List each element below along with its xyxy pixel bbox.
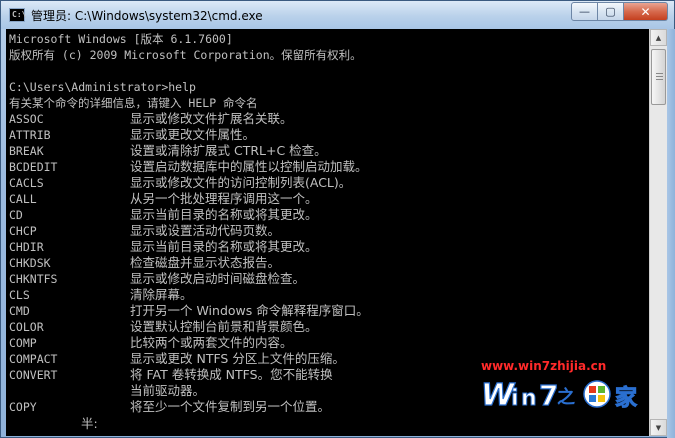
command-description: 检查磁盘并显示状态报告。 — [130, 255, 281, 270]
command-name: ATTRIB — [9, 128, 51, 142]
command-description: 设置或清除扩展式 CTRL+C 检查。 — [130, 143, 327, 158]
command-description: 当前驱动器。 — [130, 383, 206, 398]
window-frame — [667, 29, 675, 438]
command-name: CACLS — [9, 176, 44, 190]
command-description: 打开另一个 Windows 命令解释程序窗口。 — [130, 303, 369, 318]
svg-text:之: 之 — [557, 386, 575, 408]
win7-logo-icon: W i n 7 之 家 — [480, 377, 638, 411]
command-description: 将 FAT 卷转换成 NTFS。您不能转换 — [130, 367, 333, 382]
svg-text:7: 7 — [539, 379, 558, 411]
command-description: 显示或修改文件的访问控制列表(ACL)。 — [130, 175, 352, 190]
command-name: COLOR — [9, 320, 44, 334]
command-name: CHKNTFS — [9, 272, 58, 286]
command-description: 设置启动数据库中的属性以控制启动加载。 — [130, 159, 368, 174]
command-description: 显示当前目录的名称或将其更改。 — [130, 207, 318, 222]
console-prompt: C:\Users\Administrator>help — [9, 80, 196, 94]
title-bar[interactable]: C:\ 管理员: C:\Windows\system32\cmd.exe — ▢… — [1, 1, 674, 29]
console-line: Microsoft Windows [版本 6.1.7600] — [9, 32, 233, 46]
cmd-window: C:\ 管理员: C:\Windows\system32\cmd.exe — ▢… — [0, 0, 675, 438]
cmd-icon[interactable]: C:\ — [9, 8, 26, 22]
command-name: CHKDSK — [9, 256, 51, 270]
command-description: 设置默认控制台前景和背景颜色。 — [130, 319, 318, 334]
close-button[interactable]: ✕ — [624, 2, 668, 21]
watermark-url: www.win7zhijia.cn — [481, 359, 607, 373]
command-description: 比较两个或两套文件的内容。 — [130, 335, 293, 350]
console-line: 有关某个命令的详细信息，请键入 HELP 命令名 — [9, 96, 258, 110]
grip-line — [656, 79, 663, 80]
command-description: 显示或修改启动时间磁盘检查。 — [130, 271, 306, 286]
minimize-button[interactable]: — — [571, 2, 598, 21]
command-name: CD — [9, 208, 23, 222]
maximize-button[interactable]: ▢ — [598, 2, 624, 21]
svg-text:i: i — [511, 386, 519, 411]
console-line: 版权所有 (c) 2009 Microsoft Corporation。保留所有… — [9, 48, 362, 62]
scroll-up-icon[interactable]: ▲ — [650, 29, 667, 46]
command-description: 显示当前目录的名称或将其更改。 — [130, 239, 318, 254]
command-description: 从另一个批处理程序调用这一个。 — [130, 191, 318, 206]
command-name: CMD — [9, 304, 30, 318]
command-description: 显示或设置活动代码页数。 — [130, 223, 281, 238]
vertical-scrollbar[interactable]: ▲ ▼ — [649, 29, 667, 436]
command-name: BCDEDIT — [9, 160, 58, 174]
svg-text:n: n — [521, 386, 537, 411]
command-name: CALL — [9, 192, 37, 206]
command-name: CHDIR — [9, 240, 44, 254]
command-description: 显示或修改文件扩展名关联。 — [130, 111, 293, 126]
svg-text:家: 家 — [615, 385, 638, 411]
grip-line — [656, 73, 663, 74]
command-name: ASSOC — [9, 112, 44, 126]
command-description: 将至少一个文件复制到另一个位置。 — [130, 399, 331, 414]
command-name: CONVERT — [9, 368, 58, 382]
command-name: CHCP — [9, 224, 37, 238]
site-watermark: www.win7zhijia.cn W i n 7 之 家 — [471, 355, 651, 413]
command-name: BREAK — [9, 144, 44, 158]
command-name: COPY — [9, 400, 37, 414]
command-name: COMP — [9, 336, 37, 350]
ime-status: 半: — [81, 416, 98, 431]
window-controls: — ▢ ✕ — [571, 2, 668, 21]
grip-line — [656, 76, 663, 77]
command-name: COMPACT — [9, 352, 58, 366]
scroll-thumb[interactable] — [651, 49, 666, 105]
command-description: 显示或更改 NTFS 分区上文件的压缩。 — [130, 351, 345, 366]
window-title: 管理员: C:\Windows\system32\cmd.exe — [31, 9, 263, 23]
command-description: 显示或更改文件属性。 — [130, 127, 256, 142]
command-description: 清除屏幕。 — [130, 287, 193, 302]
scroll-down-icon[interactable]: ▼ — [650, 419, 667, 436]
command-name: CLS — [9, 288, 30, 302]
